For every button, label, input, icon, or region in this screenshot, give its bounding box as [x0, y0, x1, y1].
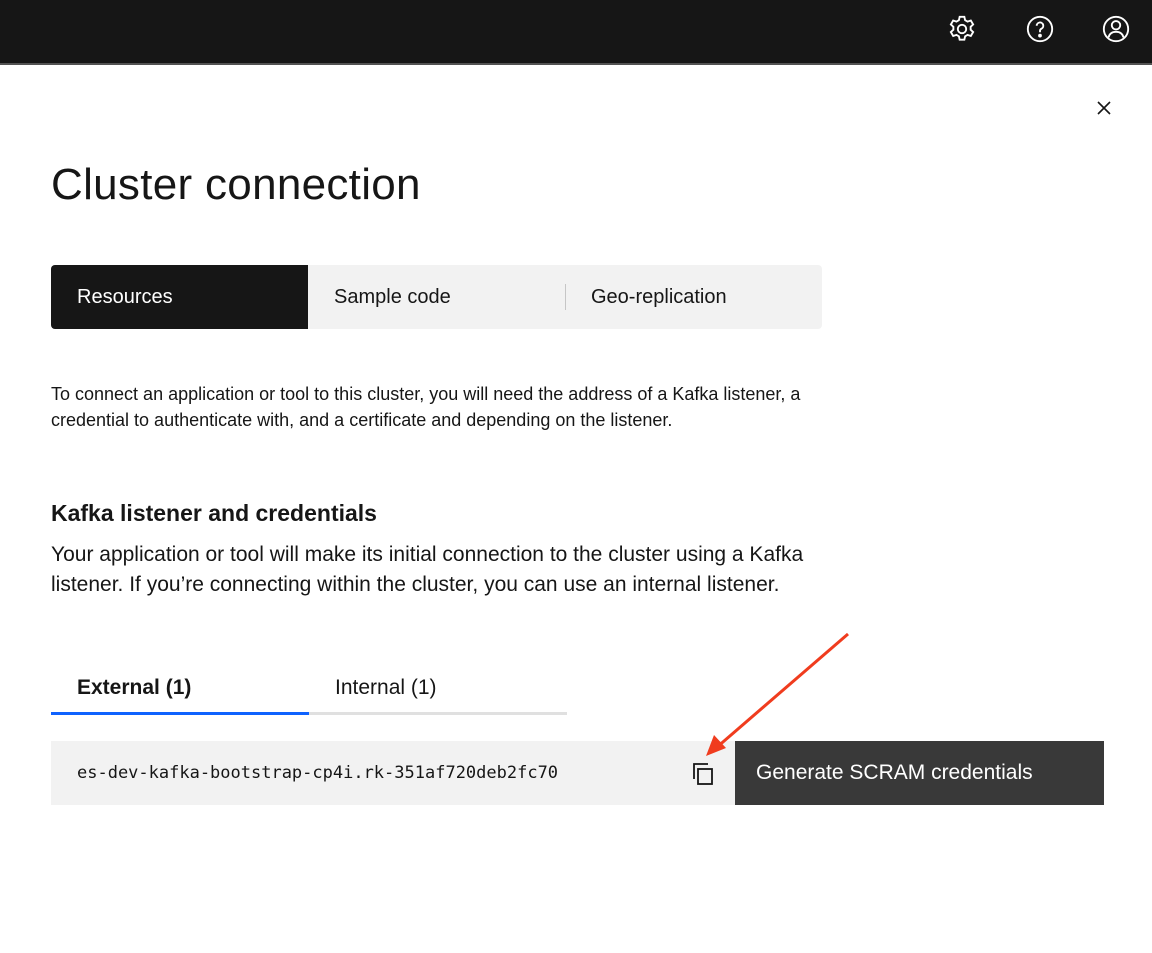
- bootstrap-address: es-dev-kafka-bootstrap-cp4i.rk-351af720d…: [77, 763, 559, 783]
- content-switcher: Resources Sample code Geo-replication: [51, 265, 822, 329]
- close-icon[interactable]: [1092, 96, 1116, 120]
- intro-text: To connect an application or tool to thi…: [51, 384, 801, 430]
- section-title: Kafka listener and credentials: [51, 500, 377, 526]
- generate-scram-credentials-button[interactable]: Generate SCRAM credentials: [735, 741, 1104, 805]
- page-title: Cluster connection: [51, 160, 421, 209]
- listener-tabs: External (1) Internal (1): [51, 664, 567, 715]
- tab-external[interactable]: External (1): [51, 664, 309, 715]
- user-avatar-icon[interactable]: [1099, 12, 1133, 46]
- tab-sample-code[interactable]: Sample code: [308, 265, 565, 329]
- bootstrap-address-field: es-dev-kafka-bootstrap-cp4i.rk-351af720d…: [51, 741, 735, 805]
- tab-internal[interactable]: Internal (1): [309, 664, 567, 715]
- settings-icon[interactable]: [945, 12, 979, 46]
- copy-icon[interactable]: [688, 759, 718, 789]
- help-icon[interactable]: [1023, 12, 1057, 46]
- top-header: [0, 0, 1152, 65]
- annotation-arrow-icon: [706, 632, 849, 756]
- section-description: Your application or tool will make its i…: [51, 543, 804, 596]
- tab-resources[interactable]: Resources: [51, 265, 308, 329]
- tab-geo-replication[interactable]: Geo-replication: [565, 265, 822, 329]
